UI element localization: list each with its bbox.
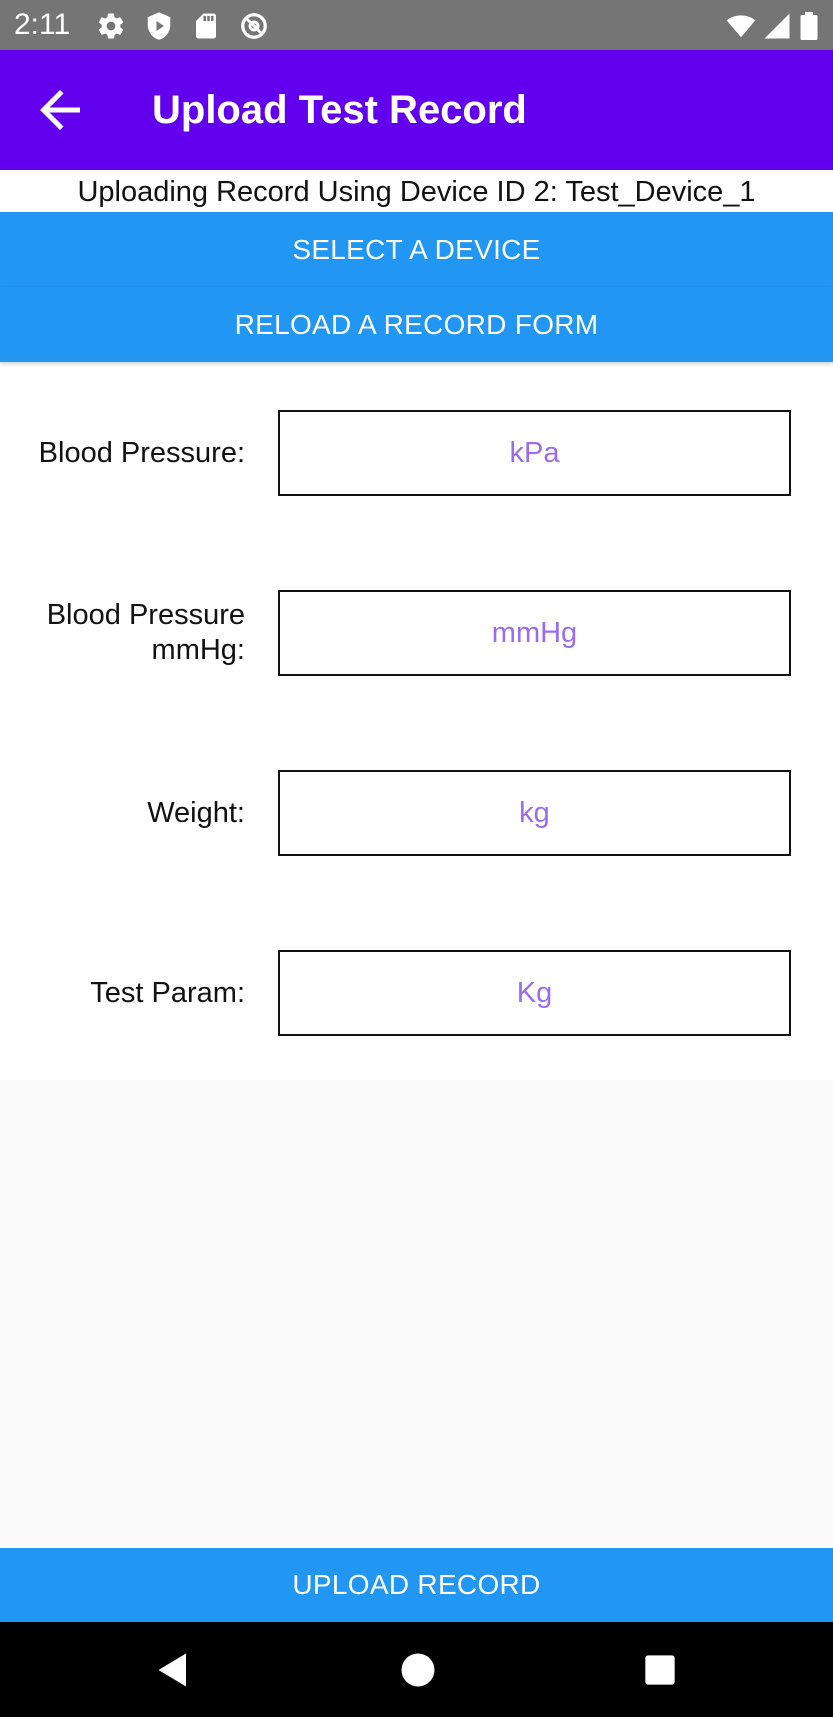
blood-pressure-kpa-input[interactable] — [278, 410, 791, 496]
back-triangle-icon[interactable] — [153, 1648, 197, 1692]
blood-pressure-mmhg-label: Blood Pressure mmHg: — [46, 599, 245, 666]
status-time: 2:11 — [14, 8, 71, 41]
home-circle-icon[interactable] — [396, 1648, 440, 1692]
reload-record-form-button[interactable]: RELOAD A RECORD FORM — [0, 287, 833, 362]
sd-card-icon — [191, 11, 221, 41]
weight-input[interactable] — [278, 770, 791, 856]
battery-icon — [797, 11, 821, 41]
weight-label: Weight: — [147, 796, 245, 829]
form-row-test-param: Test Param: — [0, 950, 833, 1036]
page-title: Upload Test Record — [152, 88, 527, 132]
shield-play-icon — [144, 11, 174, 41]
test-param-input[interactable] — [278, 950, 791, 1036]
test-param-label: Test Param: — [90, 976, 245, 1009]
device-info-text: Uploading Record Using Device ID 2: Test… — [77, 176, 756, 208]
at-sign-icon — [239, 11, 269, 41]
blood-pressure-mmhg-input[interactable] — [278, 590, 791, 676]
select-device-button[interactable]: SELECT A DEVICE — [0, 212, 833, 287]
upload-record-button[interactable]: UPLOAD RECORD — [0, 1548, 833, 1622]
app-bar: Upload Test Record — [0, 50, 833, 170]
signal-icon — [762, 11, 792, 41]
recents-square-icon[interactable] — [638, 1648, 682, 1692]
form-row-blood-pressure-mmhg: Blood Pressure mmHg: — [0, 590, 833, 676]
settings-icon — [96, 11, 126, 41]
form-row-weight: Weight: — [0, 770, 833, 856]
blood-pressure-label: Blood Pressure: — [38, 436, 245, 469]
back-arrow-icon[interactable] — [30, 80, 90, 140]
system-nav-bar — [0, 1622, 833, 1717]
wifi-icon — [726, 11, 756, 41]
form-row-blood-pressure: Blood Pressure: — [0, 410, 833, 496]
status-bar: 2:11 — [0, 0, 833, 50]
